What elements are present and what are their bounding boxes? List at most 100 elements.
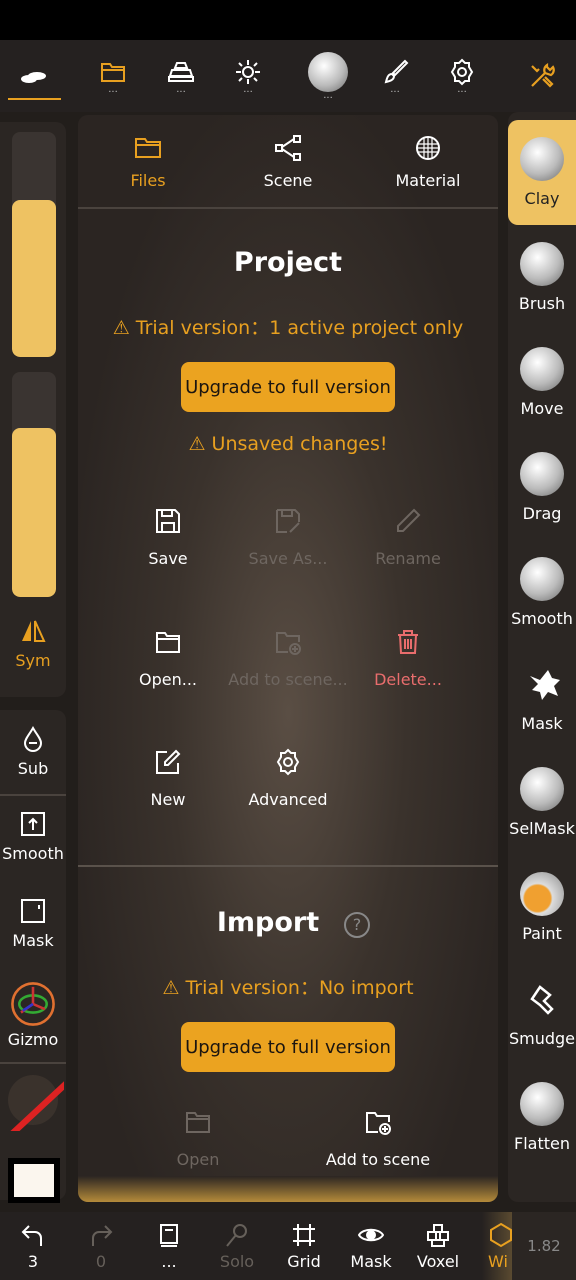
tab-material[interactable]: Material <box>358 115 498 207</box>
dots: ... <box>457 84 467 95</box>
action-label: Add to scene... <box>228 670 348 689</box>
sun-icon <box>236 60 260 84</box>
tool-smudge[interactable]: Smudge <box>508 960 576 1065</box>
action-label: Save As... <box>248 549 328 568</box>
drop-minus-icon <box>23 725 43 752</box>
background-button[interactable] <box>5 40 61 112</box>
tool-selmask[interactable]: SelMask <box>508 750 576 855</box>
tool-paint[interactable]: Paint <box>508 855 576 960</box>
tool-smooth[interactable]: Smooth <box>508 540 576 645</box>
tool-flatten[interactable]: Flatten <box>508 1065 576 1170</box>
color-swatch[interactable] <box>8 1158 60 1203</box>
flatten-brush-icon <box>520 1082 564 1126</box>
wireframe-button[interactable]: Wi <box>482 1212 512 1280</box>
undo-count: 3 <box>27 1251 39 1271</box>
divider <box>78 207 498 209</box>
import-add-to-scene-button[interactable]: Add to scene <box>318 1108 438 1169</box>
import-open-button: Open <box>138 1108 258 1169</box>
files-button[interactable]: ... <box>85 40 141 112</box>
save-icon <box>156 509 180 533</box>
matcap-button[interactable]: ... <box>300 40 356 112</box>
materials-button[interactable]: ... <box>153 40 209 112</box>
divider <box>0 1062 66 1064</box>
gizmo-button[interactable]: Gizmo <box>0 980 66 1049</box>
save-button[interactable]: Save <box>108 507 228 568</box>
tool-clay[interactable]: Clay <box>508 120 576 225</box>
tool-label: Mask <box>521 714 563 733</box>
unsaved-warning: ⚠ Unsaved changes! <box>188 433 388 455</box>
undo-icon <box>21 1224 42 1246</box>
sym-label: Sym <box>15 651 51 670</box>
smudge-brush-icon <box>520 977 564 1021</box>
doc-dots: ... <box>161 1251 177 1271</box>
folder-plus-icon <box>366 1112 391 1135</box>
voxel-label: Voxel <box>416 1251 460 1271</box>
solo-label: Solo <box>219 1251 255 1271</box>
project-title: Project <box>233 247 343 278</box>
divider <box>0 794 66 796</box>
symmetry-icon <box>22 620 46 642</box>
redo-button: 0 <box>68 1212 134 1280</box>
radius-slider[interactable] <box>12 132 56 357</box>
folder-plus-icon <box>276 632 301 655</box>
new-button[interactable]: New <box>108 748 228 809</box>
help-button[interactable]: ? <box>344 912 370 938</box>
grid-button[interactable]: Grid <box>271 1212 337 1280</box>
mask-button[interactable]: Mask <box>0 897 66 950</box>
gear-icon <box>450 58 474 86</box>
mask-visibility-button[interactable]: Mask <box>338 1212 404 1280</box>
folder-icon <box>135 137 161 158</box>
upgrade-button[interactable]: Upgrade to full version <box>181 362 395 412</box>
add-to-scene-button: Add to scene... <box>228 628 348 689</box>
dots: ... <box>243 84 253 95</box>
tab-scene[interactable]: Scene <box>218 115 358 207</box>
sub-button[interactable]: Sub <box>0 725 66 778</box>
tool-label: Clay <box>524 189 560 208</box>
tab-label: Scene <box>263 170 313 190</box>
paint-brush-icon <box>384 59 409 84</box>
import-upgrade-button[interactable]: Upgrade to full version <box>181 1022 395 1072</box>
intensity-slider[interactable] <box>12 372 56 597</box>
tool-label: SelMask <box>509 819 575 838</box>
open-button[interactable]: Open... <box>108 628 228 689</box>
mask-label: Mask <box>12 931 54 950</box>
trial-warning: ⚠ Trial version：1 active project only <box>112 317 464 339</box>
left-sidebar: Sym Sub Smooth Mask Gizmo <box>0 112 66 1203</box>
smooth-icon <box>21 812 45 836</box>
advanced-button[interactable]: Advanced <box>228 748 348 809</box>
tool-brush[interactable]: Brush <box>508 225 576 330</box>
slider-card: Sym <box>0 122 66 697</box>
tool-drag[interactable]: Drag <box>508 435 576 540</box>
settings-button[interactable]: ... <box>434 40 490 112</box>
action-label: New <box>150 790 186 809</box>
tool-label: Flatten <box>514 1134 570 1153</box>
paint-button[interactable]: ... <box>367 40 423 112</box>
wireframe-label: Wi <box>488 1251 508 1271</box>
intensity-fill <box>12 428 56 597</box>
gizmo-icon <box>11 982 55 1026</box>
delete-button[interactable]: Delete... <box>348 628 468 689</box>
tools-icon <box>531 62 555 88</box>
smooth-button[interactable]: Smooth <box>0 810 66 863</box>
alpha-button[interactable] <box>8 1075 64 1131</box>
grid-label: Grid <box>287 1251 321 1271</box>
mask-label: Mask <box>350 1251 392 1271</box>
redo-icon <box>92 1224 113 1246</box>
save-as-button: Save As... <box>228 507 348 568</box>
panel-bottom-glow <box>78 1176 498 1202</box>
clay-brush-icon <box>520 137 564 181</box>
import-trial-warning: ⚠ Trial version：No import <box>162 977 414 999</box>
lights-button[interactable]: ... <box>220 40 276 112</box>
tool-move[interactable]: Move <box>508 330 576 435</box>
tab-files[interactable]: Files <box>78 115 218 207</box>
scene-history-button[interactable]: ... <box>136 1212 202 1280</box>
sphere-grid-icon <box>416 135 440 160</box>
clouds-icon <box>21 72 46 83</box>
tool-mask[interactable]: Mask <box>508 645 576 750</box>
tools-button[interactable] <box>514 40 570 112</box>
sym-button[interactable]: Sym <box>0 617 66 670</box>
voxel-button[interactable]: Voxel <box>405 1212 471 1280</box>
version-label: 1.82 <box>512 1212 576 1280</box>
undo-button[interactable]: 3 <box>0 1212 66 1280</box>
wireframe-icon <box>490 1222 512 1247</box>
